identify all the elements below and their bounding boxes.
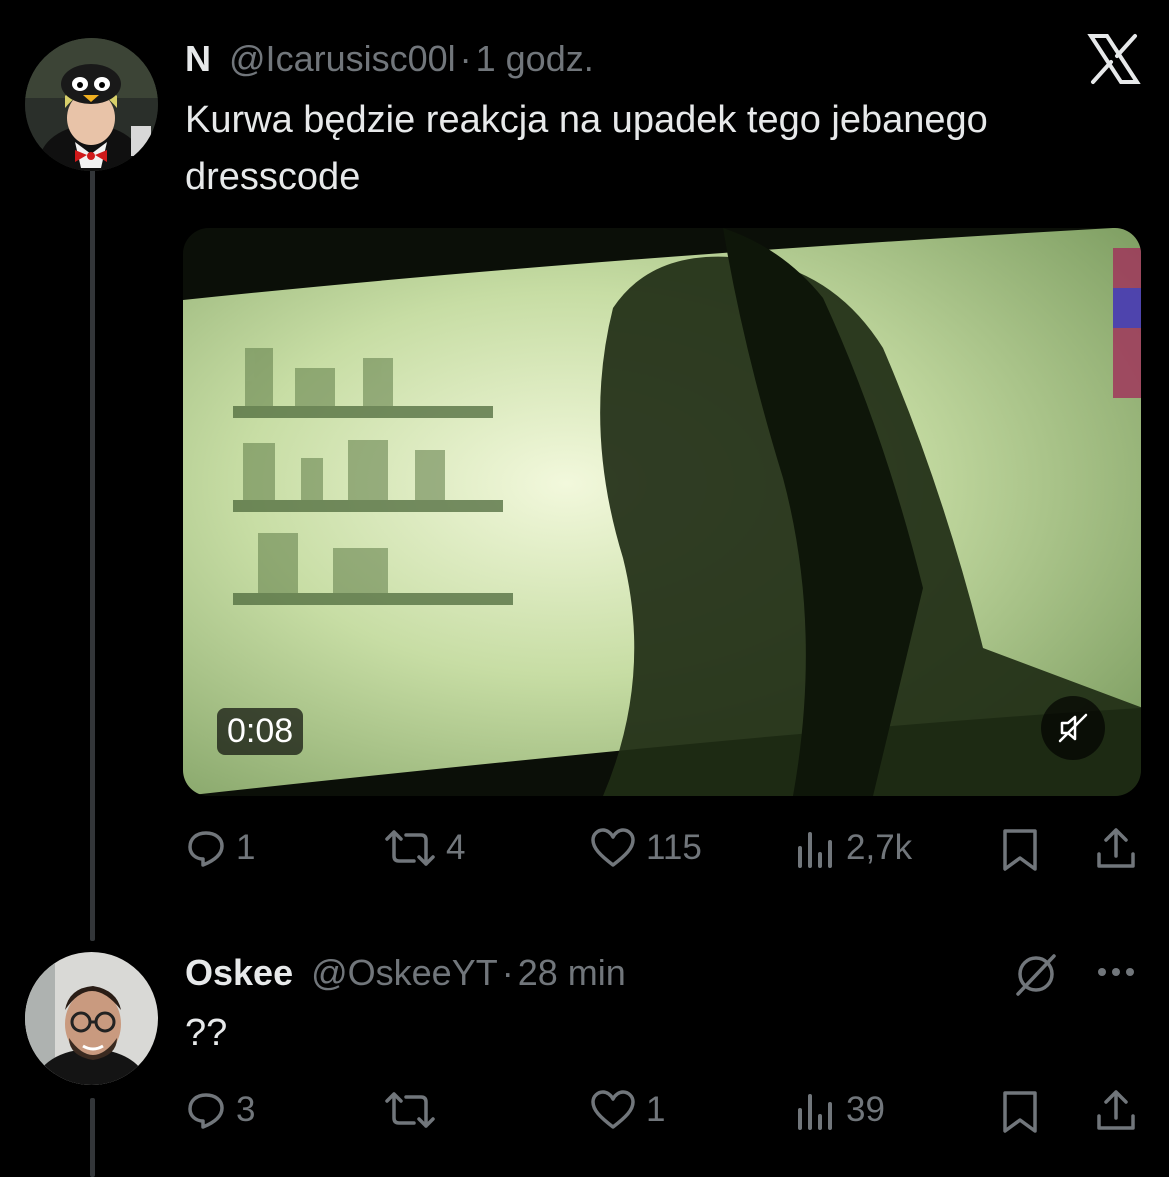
- reply-button[interactable]: 1: [186, 828, 255, 868]
- bookmark-button[interactable]: [1000, 828, 1040, 872]
- author-name[interactable]: Oskee: [185, 952, 293, 993]
- share-button[interactable]: [1094, 1088, 1138, 1132]
- more-icon: [1098, 968, 1134, 976]
- more-button[interactable]: [1094, 960, 1138, 984]
- views-button[interactable]: 39: [796, 1090, 885, 1130]
- views-icon: [798, 832, 832, 868]
- avatar[interactable]: [25, 38, 158, 171]
- like-icon: [591, 1090, 635, 1129]
- tweet-text: Kurwa będzie reakcja na upadek tego jeba…: [185, 99, 988, 198]
- tweet-header: Oskee @OskeeYT · 28 min: [185, 952, 626, 994]
- repost-button[interactable]: [384, 1090, 446, 1130]
- author-name[interactable]: N: [185, 38, 211, 79]
- reply-icon: [188, 1093, 224, 1129]
- repost-button[interactable]: 4: [384, 828, 465, 868]
- video-player[interactable]: 0:08: [183, 228, 1141, 796]
- repost-count: 4: [446, 828, 466, 867]
- like-button[interactable]: 115: [590, 828, 702, 868]
- reply-icon: [188, 831, 224, 867]
- video-duration: 0:08: [227, 712, 294, 750]
- thread-line-top: [90, 168, 95, 941]
- like-count: 115: [646, 828, 702, 867]
- separator: ·: [459, 38, 472, 79]
- author-handle[interactable]: @Icarusisc00l: [229, 38, 456, 79]
- share-button[interactable]: [1094, 826, 1138, 870]
- tweet-header: N @Icarusisc00l · 1 godz.: [185, 38, 594, 80]
- avatar-image: [25, 952, 158, 1085]
- tweet-text: ??: [185, 1012, 228, 1054]
- timestamp[interactable]: 28 min: [518, 952, 626, 993]
- share-icon: [1097, 828, 1135, 868]
- grok-button[interactable]: [1012, 950, 1060, 998]
- views-count: 39: [846, 1090, 885, 1129]
- views-count: 2,7k: [846, 828, 913, 867]
- mute-toggle-button[interactable]: [1041, 696, 1105, 760]
- grok-icon: [1016, 954, 1056, 996]
- like-button[interactable]: 1: [590, 1090, 665, 1130]
- x-logo-icon: [1085, 30, 1143, 88]
- like-count: 1: [646, 1090, 666, 1129]
- reply-button[interactable]: 3: [186, 1090, 255, 1130]
- repost-icon: [385, 830, 435, 866]
- reply-count: 3: [236, 1090, 256, 1129]
- avatar[interactable]: [25, 952, 158, 1085]
- views-icon: [798, 1094, 832, 1130]
- views-button[interactable]: 2,7k: [796, 828, 912, 868]
- video-frame: [183, 228, 1141, 796]
- like-icon: [591, 828, 635, 867]
- thread-line-bottom: [90, 1098, 95, 1177]
- muted-icon: [1058, 713, 1088, 743]
- bookmark-icon: [1003, 829, 1037, 871]
- bookmark-icon: [1003, 1091, 1037, 1133]
- reply-count: 1: [236, 828, 256, 867]
- video-duration-badge: 0:08: [217, 708, 304, 755]
- bookmark-button[interactable]: [1000, 1090, 1040, 1134]
- timestamp[interactable]: 1 godz.: [476, 38, 594, 79]
- avatar-image: [25, 38, 158, 171]
- author-handle[interactable]: @OskeeYT: [311, 952, 498, 993]
- share-icon: [1097, 1090, 1135, 1130]
- repost-icon: [385, 1092, 435, 1128]
- separator: ·: [501, 952, 514, 993]
